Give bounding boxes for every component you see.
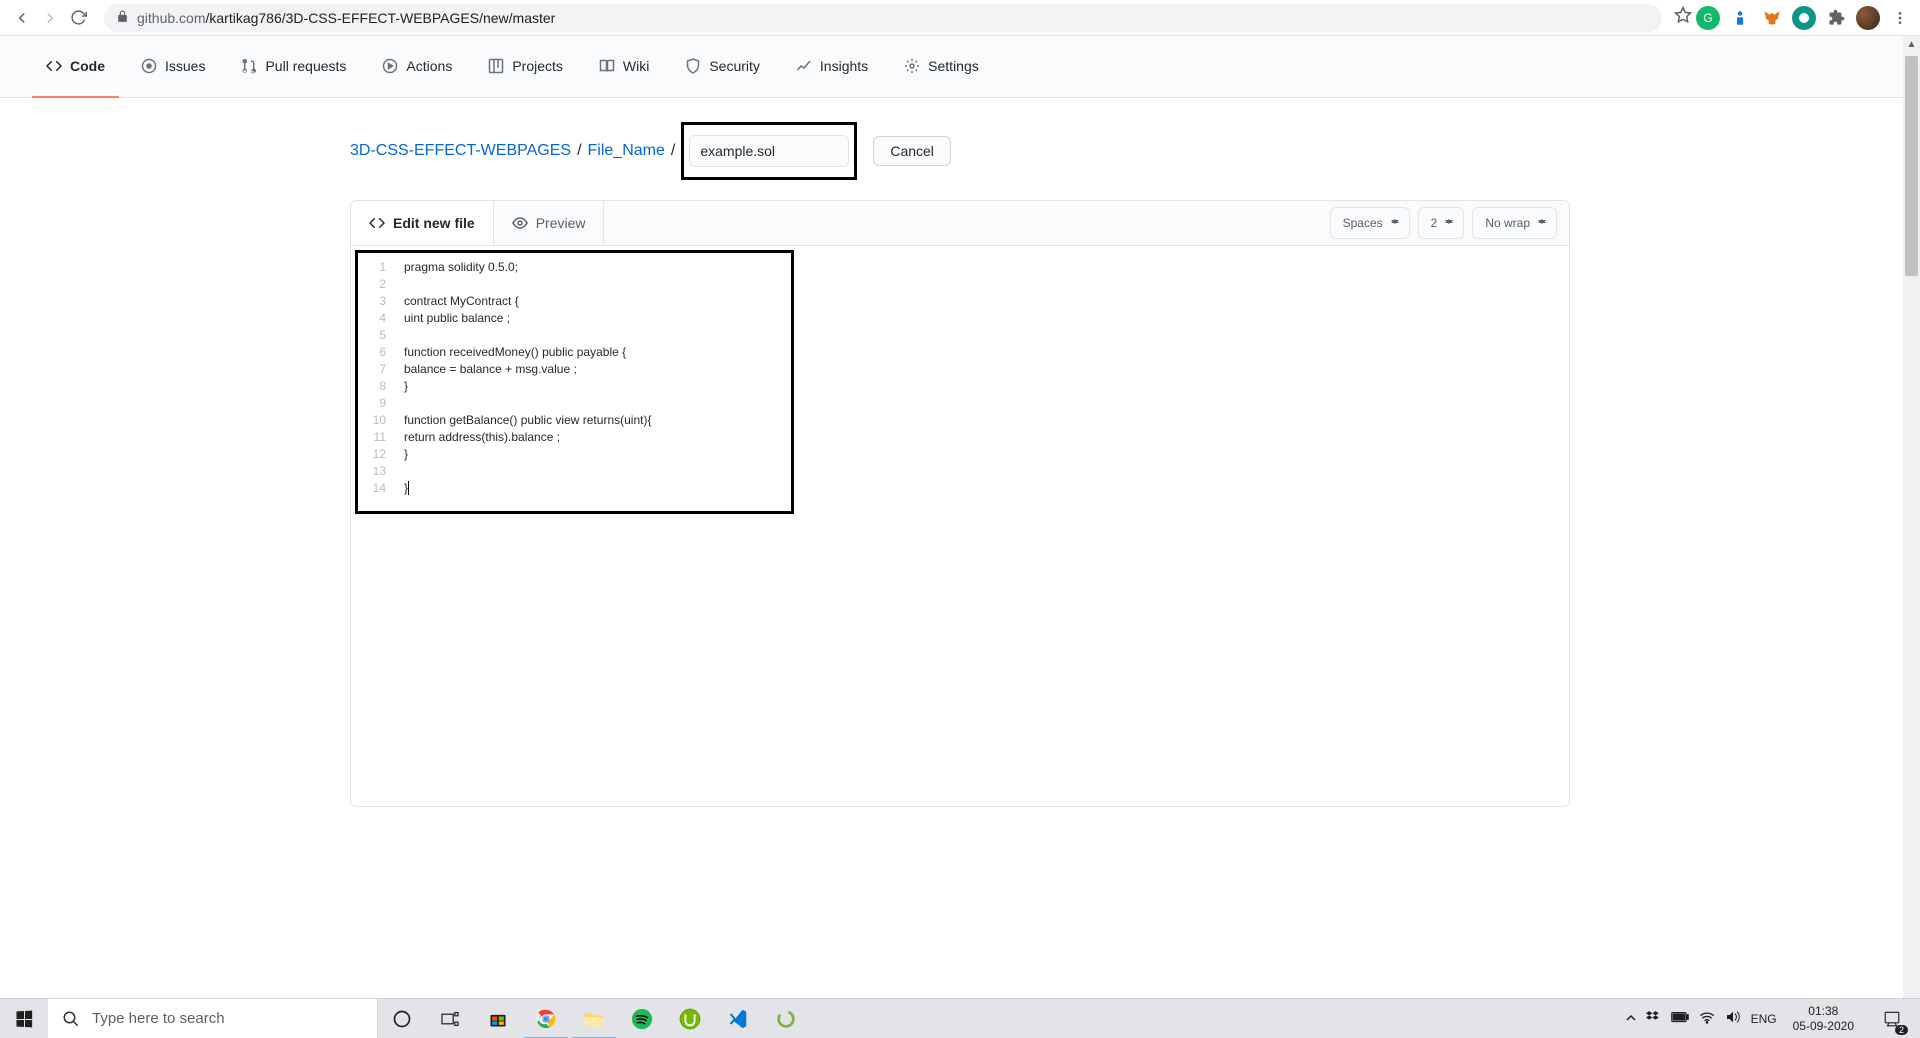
filename-input[interactable] xyxy=(689,135,849,167)
repo-tabnav: Code Issues Pull requests Actions Projec… xyxy=(0,36,1920,98)
notification-center-icon[interactable]: 2 xyxy=(1870,999,1914,1038)
chrome-icon[interactable] xyxy=(522,999,570,1038)
tab-code[interactable]: Code xyxy=(32,36,119,98)
url-text: github.com/kartikag786/3D-CSS-EFFECT-WEB… xyxy=(137,10,555,26)
ext-icon-2[interactable] xyxy=(1728,6,1752,30)
taskbar-clock[interactable]: 01:38 05-09-2020 xyxy=(1787,1004,1860,1033)
scroll-up-arrow[interactable]: ▲ xyxy=(1903,36,1920,53)
loading-app-icon[interactable] xyxy=(762,999,810,1038)
search-icon xyxy=(62,1010,80,1028)
extension-icons: G xyxy=(1696,6,1912,30)
file-explorer-icon[interactable] xyxy=(570,999,618,1038)
filename-highlight xyxy=(681,122,857,180)
code-highlight: 1234567891011121314 pragma solidity 0.5.… xyxy=(355,250,794,514)
tab-insights[interactable]: Insights xyxy=(782,36,882,98)
scroll-thumb[interactable] xyxy=(1905,56,1918,276)
bookmark-star-icon[interactable] xyxy=(1674,6,1692,29)
eye-icon xyxy=(512,215,528,231)
breadcrumb: 3D-CSS-EFFECT-WEBPAGES / File_Name / Can… xyxy=(350,122,1570,180)
tab-wiki[interactable]: Wiki xyxy=(585,36,663,98)
vscode-icon[interactable] xyxy=(714,999,762,1038)
utorrent-icon[interactable] xyxy=(666,999,714,1038)
tab-pull-requests[interactable]: Pull requests xyxy=(227,36,360,98)
battery-tray-icon[interactable] xyxy=(1671,1011,1689,1026)
code-icon xyxy=(369,215,385,231)
browser-toolbar: github.com/kartikag786/3D-CSS-EFFECT-WEB… xyxy=(0,0,1920,36)
spotify-icon[interactable] xyxy=(618,999,666,1038)
dropbox-tray-icon[interactable] xyxy=(1646,1010,1661,1028)
indent-mode-select[interactable]: Spaces xyxy=(1330,207,1410,239)
file-editor-header: Edit new file Preview Spaces 2 No wrap xyxy=(351,201,1569,246)
lock-icon xyxy=(116,10,129,26)
taskbar-apps xyxy=(378,999,810,1038)
tab-preview[interactable]: Preview xyxy=(494,201,605,245)
breadcrumb-folder[interactable]: File_Name xyxy=(588,142,665,160)
volume-tray-icon[interactable] xyxy=(1725,1010,1741,1027)
tab-issues[interactable]: Issues xyxy=(127,36,219,98)
tab-settings[interactable]: Settings xyxy=(890,36,993,98)
grammarly-ext-icon[interactable]: G xyxy=(1696,6,1720,30)
metamask-ext-icon[interactable] xyxy=(1760,6,1784,30)
back-button[interactable] xyxy=(8,4,36,32)
page-content: 3D-CSS-EFFECT-WEBPAGES / File_Name / Can… xyxy=(0,98,1920,807)
reload-button[interactable] xyxy=(64,4,92,32)
extensions-puzzle-icon[interactable] xyxy=(1824,6,1848,30)
breadcrumb-sep: / xyxy=(671,142,675,160)
search-placeholder: Type here to search xyxy=(92,1010,225,1027)
windows-taskbar: Type here to search ENG 01:38 05-09-2020… xyxy=(0,998,1920,1038)
wrap-mode-select[interactable]: No wrap xyxy=(1472,207,1557,239)
tab-actions[interactable]: Actions xyxy=(368,36,466,98)
code-lines[interactable]: pragma solidity 0.5.0; contract MyContra… xyxy=(404,259,651,497)
ext-icon-4[interactable] xyxy=(1792,6,1816,30)
page-scrollbar[interactable]: ▲ ▼ xyxy=(1903,36,1920,1038)
tab-projects[interactable]: Projects xyxy=(474,36,577,98)
task-view-icon[interactable] xyxy=(426,999,474,1038)
language-indicator[interactable]: ENG xyxy=(1751,1012,1777,1026)
start-button[interactable] xyxy=(0,999,48,1038)
taskbar-tray: ENG 01:38 05-09-2020 2 xyxy=(1620,999,1920,1038)
breadcrumb-sep: / xyxy=(577,142,581,160)
address-bar[interactable]: github.com/kartikag786/3D-CSS-EFFECT-WEB… xyxy=(104,4,1662,32)
chrome-menu-icon[interactable] xyxy=(1888,6,1912,30)
line-gutter: 1234567891011121314 xyxy=(364,259,404,497)
taskbar-search[interactable]: Type here to search xyxy=(48,999,378,1038)
breadcrumb-repo[interactable]: 3D-CSS-EFFECT-WEBPAGES xyxy=(350,142,571,160)
cortana-icon[interactable] xyxy=(378,999,426,1038)
code-editor-area[interactable]: 1234567891011121314 pragma solidity 0.5.… xyxy=(351,246,1569,806)
cancel-button[interactable]: Cancel xyxy=(873,136,951,166)
wifi-tray-icon[interactable] xyxy=(1699,1010,1715,1027)
forward-button[interactable] xyxy=(36,4,64,32)
tab-security[interactable]: Security xyxy=(671,36,774,98)
file-editor-box: Edit new file Preview Spaces 2 No wrap xyxy=(350,200,1570,807)
tray-expand-icon[interactable] xyxy=(1626,1012,1636,1026)
indent-size-select[interactable]: 2 xyxy=(1418,207,1465,239)
profile-avatar[interactable] xyxy=(1856,6,1880,30)
store-icon[interactable] xyxy=(474,999,522,1038)
tab-edit-file[interactable]: Edit new file xyxy=(351,201,494,245)
